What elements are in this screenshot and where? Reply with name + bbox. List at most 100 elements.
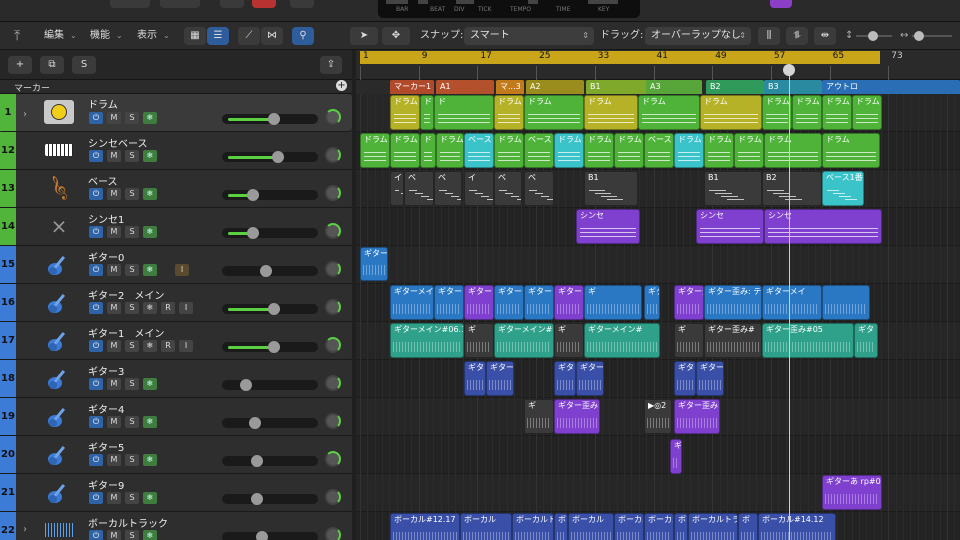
track-header[interactable]: 19 ギター4 ⏻ M S ❄: [0, 398, 352, 436]
track-solo-button[interactable]: S: [125, 378, 139, 390]
drum-region[interactable]: ドラム: [792, 95, 822, 130]
drum-region[interactable]: ドラム: [584, 95, 638, 130]
volume-fader[interactable]: [222, 151, 318, 163]
track-solo-button[interactable]: S: [125, 492, 139, 504]
synthbass-region[interactable]: ドラム: [554, 133, 584, 168]
track-mute-button[interactable]: M: [107, 340, 121, 352]
track-solo-button[interactable]: S: [125, 112, 139, 124]
bass-region[interactable]: イ: [464, 171, 494, 206]
marker[interactable]: B2: [706, 80, 764, 94]
track-mute-button[interactable]: M: [107, 492, 121, 504]
track-power-button[interactable]: ⏻: [89, 530, 103, 540]
drum-region[interactable]: ドラム: [700, 95, 762, 130]
disclosure-icon[interactable]: ›: [23, 106, 27, 124]
pan-knob[interactable]: [325, 451, 341, 467]
track-name[interactable]: ギター2 メイン: [88, 287, 164, 302]
track-power-button[interactable]: ⏻: [89, 454, 103, 466]
guitar2-region[interactable]: ギターメイ: [390, 285, 434, 320]
track-solo-button[interactable]: S: [125, 264, 139, 276]
track-solo-button[interactable]: S: [125, 454, 139, 466]
track-freeze-button[interactable]: ❄: [143, 188, 157, 200]
alternate-tool[interactable]: ✥: [382, 27, 410, 45]
flex-button[interactable]: ⋈: [261, 27, 283, 45]
drum-region[interactable]: ド: [434, 95, 494, 130]
guitar4-region[interactable]: ▶◎2: [644, 399, 672, 434]
marker[interactable]: B3: [764, 80, 822, 94]
track-freeze-button[interactable]: ❄: [143, 112, 157, 124]
track-freeze-button[interactable]: ❄: [143, 530, 157, 540]
guitar9-region[interactable]: ギターあ rp#01: [822, 475, 882, 510]
track-mute-button[interactable]: M: [107, 150, 121, 162]
track-mute-button[interactable]: M: [107, 112, 121, 124]
grid-view-button[interactable]: ▦: [184, 27, 206, 45]
arrange-area[interactable]: ドラムドラムドドラムドラムドラムドラムドラムドラムドラムドラムドラムドラムドラム…: [356, 94, 960, 540]
marker[interactable]: アウトロ: [822, 80, 960, 94]
transport-button[interactable]: [290, 0, 314, 8]
guitar1-region[interactable]: ギ: [554, 323, 584, 358]
drum-region[interactable]: ドラム: [390, 95, 420, 130]
track-header[interactable]: 22 › ボーカルトラック ⏻ M S ❄: [0, 512, 352, 540]
fader-knob[interactable]: [251, 455, 263, 467]
track-mute-button[interactable]: M: [107, 226, 121, 238]
guitar2-region[interactable]: ギター: [494, 285, 524, 320]
cycle-area[interactable]: [360, 51, 880, 64]
synthbass-region[interactable]: ドラム: [734, 133, 764, 168]
track-mute-button[interactable]: M: [107, 530, 121, 540]
marker[interactable]: マ...3: [496, 80, 524, 94]
bass-region[interactable]: B1: [584, 171, 638, 206]
synthbass-region[interactable]: ベース: [644, 133, 674, 168]
guitar4-region[interactable]: ギター歪み:: [674, 399, 720, 434]
synthbass-region[interactable]: ドラム: [360, 133, 390, 168]
playhead[interactable]: [789, 64, 790, 540]
guitar3-region[interactable]: ギター: [486, 361, 514, 396]
synthbass-region[interactable]: ド: [420, 133, 436, 168]
fader-knob[interactable]: [260, 265, 272, 277]
track-name[interactable]: ギター1 メイン: [88, 325, 164, 340]
lcd-display[interactable]: BAR BEAT DIV TICK TEMPO TIME KEY: [378, 0, 640, 18]
track-solo-button[interactable]: S: [125, 150, 139, 162]
guitar3-region[interactable]: ギター: [576, 361, 604, 396]
track-header[interactable]: 15 ギター0 ⏻ M S ❄ I: [0, 246, 352, 284]
synthbass-region[interactable]: ベース: [524, 133, 554, 168]
track-solo-button[interactable]: S: [125, 416, 139, 428]
volume-fader[interactable]: [222, 379, 318, 391]
view-menu[interactable]: 表示: [137, 22, 157, 50]
purple-button[interactable]: [770, 0, 792, 8]
synthbass-region[interactable]: ドラム: [704, 133, 734, 168]
track-solo-button[interactable]: S: [125, 188, 139, 200]
fader-knob[interactable]: [268, 113, 280, 125]
pan-knob[interactable]: [325, 223, 341, 239]
guitar2-region[interactable]: ギターメイ: [762, 285, 822, 320]
list-view-button[interactable]: ☰: [207, 27, 229, 45]
guitar3-region[interactable]: ギター: [696, 361, 724, 396]
fader-knob[interactable]: [247, 227, 259, 239]
add-marker-icon[interactable]: +: [336, 80, 347, 91]
vocal-region[interactable]: ボーカル: [460, 513, 512, 540]
guitar2-region[interactable]: ギター: [434, 285, 464, 320]
volume-fader[interactable]: [222, 341, 318, 353]
track-mute-button[interactable]: M: [107, 454, 121, 466]
track-header[interactable]: 1 › ドラム ⏻ M S ❄: [0, 94, 352, 132]
bass-region[interactable]: ベ: [494, 171, 522, 206]
volume-fader[interactable]: [222, 189, 318, 201]
volume-fader[interactable]: [222, 493, 318, 505]
track-freeze-button[interactable]: ❄: [143, 150, 157, 162]
synthbass-region[interactable]: ドラム: [764, 133, 822, 168]
track-mute-button[interactable]: M: [107, 188, 121, 200]
drum-region[interactable]: ドラム: [852, 95, 882, 130]
track-freeze-button[interactable]: ❄: [143, 378, 157, 390]
guitar1-region[interactable]: ギター歪み#: [704, 323, 762, 358]
synthbass-region[interactable]: ドラム: [674, 133, 704, 168]
track-name[interactable]: ギター4: [88, 401, 124, 416]
track-mute-button[interactable]: M: [107, 378, 121, 390]
volume-fader[interactable]: [222, 227, 318, 239]
track-name[interactable]: ギター9: [88, 477, 124, 492]
synthbass-region[interactable]: ドラム: [584, 133, 614, 168]
vertical-fit-button[interactable]: ⥮: [786, 27, 808, 45]
pan-knob[interactable]: [325, 261, 341, 277]
track-power-button[interactable]: ⏻: [89, 302, 103, 314]
synthbass-region[interactable]: ベース: [464, 133, 494, 168]
bass-region[interactable]: イ: [390, 171, 404, 206]
add-track-button[interactable]: +: [8, 56, 32, 74]
track-solo-button[interactable]: S: [125, 302, 139, 314]
